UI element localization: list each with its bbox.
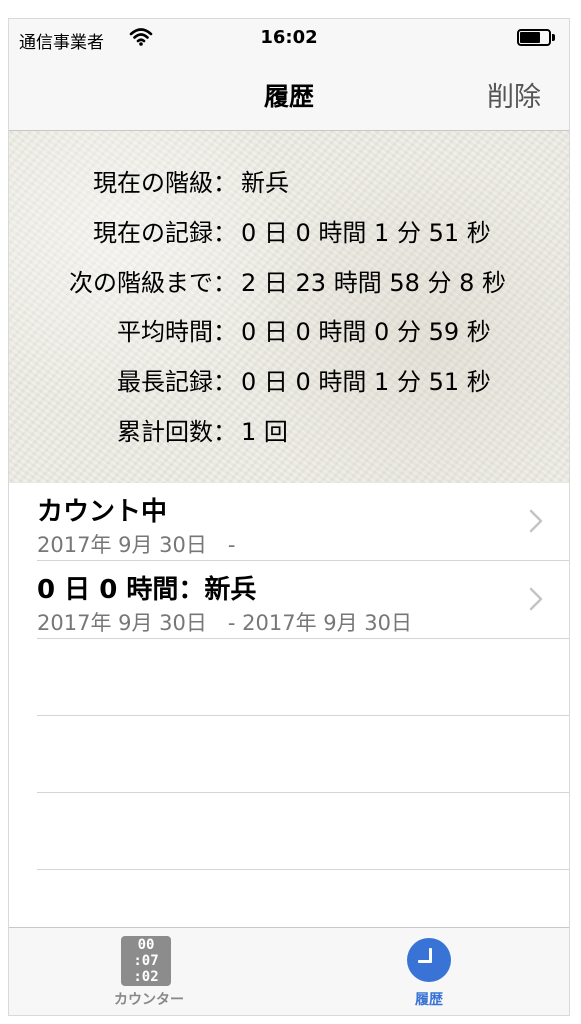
counter-icon: 00 :07 :02 (121, 936, 171, 986)
stat-row-current-record: 現在の記録： 0 日 0 時間 1 分 51 秒 (9, 213, 569, 253)
history-dates: 2017年 9月 30日 - 2017年 9月 30日 (37, 611, 413, 635)
page-title: 履歴 (263, 82, 314, 111)
history-row[interactable]: 0 日 0 時間：新兵 2017年 9月 30日 - 2017年 9月 30日 (9, 561, 569, 638)
stat-value: 新兵 (241, 169, 289, 197)
chevron-right-icon (529, 509, 543, 533)
counter-icon-text: :02 (133, 969, 159, 985)
stat-row-average-time: 平均時間： 0 日 0 時間 0 分 59 秒 (9, 312, 569, 352)
stat-row-next-rank: 次の階級まで： 2 日 23 時間 58 分 8 秒 (9, 263, 569, 303)
history-dates: 2017年 9月 30日 - (37, 533, 236, 557)
stat-value: 0 日 0 時間 1 分 51 秒 (241, 368, 491, 396)
stats-panel: 現在の階級： 新兵 現在の記録： 0 日 0 時間 1 分 51 秒 次の階級ま… (9, 131, 569, 483)
tab-history[interactable]: 履歴 (289, 928, 569, 1015)
stat-label: 現在の階級： (93, 169, 237, 197)
tab-label: カウンター (114, 992, 184, 1008)
clock-icon (407, 938, 451, 982)
stat-row-current-rank: 現在の階級： 新兵 (9, 163, 569, 203)
history-list: カウント中 2017年 9月 30日 - 0 日 0 時間：新兵 2017年 9… (9, 483, 569, 929)
app-screen: 通信事業者 16:02 履歴 削除 現在の階級： 新兵 現在の記録： 0 日 0… (8, 18, 570, 1016)
row-divider (37, 869, 569, 870)
history-row[interactable]: カウント中 2017年 9月 30日 - (9, 483, 569, 560)
row-divider (37, 715, 569, 716)
status-time: 16:02 (260, 27, 318, 48)
chevron-right-icon (529, 587, 543, 611)
delete-button[interactable]: 削除 (487, 75, 541, 114)
stat-label: 次の階級まで： (69, 269, 237, 297)
stat-value: 0 日 0 時間 1 分 51 秒 (241, 219, 491, 247)
stat-label: 平均時間： (117, 318, 237, 346)
tab-label: 履歴 (415, 992, 443, 1008)
stat-row-total-count: 累計回数： 1 回 (9, 412, 569, 452)
counter-icon-text: 00 (137, 937, 155, 953)
status-bar: 通信事業者 16:02 (9, 19, 569, 59)
stat-value: 0 日 0 時間 0 分 59 秒 (241, 318, 491, 346)
stat-value: 1 回 (241, 418, 288, 446)
tab-bar: 00 :07 :02 カウンター 履歴 (9, 927, 569, 1015)
tab-counter[interactable]: 00 :07 :02 カウンター (9, 928, 289, 1015)
stat-row-longest-record: 最長記録： 0 日 0 時間 1 分 51 秒 (9, 362, 569, 402)
history-title: カウント中 (37, 497, 168, 527)
history-title: 0 日 0 時間：新兵 (37, 575, 257, 605)
stat-value: 2 日 23 時間 58 分 8 秒 (241, 269, 507, 297)
stat-label: 累計回数： (117, 418, 237, 446)
battery-icon (517, 29, 555, 46)
row-divider (37, 792, 569, 793)
row-divider (37, 638, 569, 639)
navigation-bar: 履歴 削除 (9, 59, 569, 131)
stat-label: 最長記録： (117, 368, 237, 396)
counter-icon-text: :07 (133, 953, 159, 969)
stat-label: 現在の記録： (93, 219, 237, 247)
